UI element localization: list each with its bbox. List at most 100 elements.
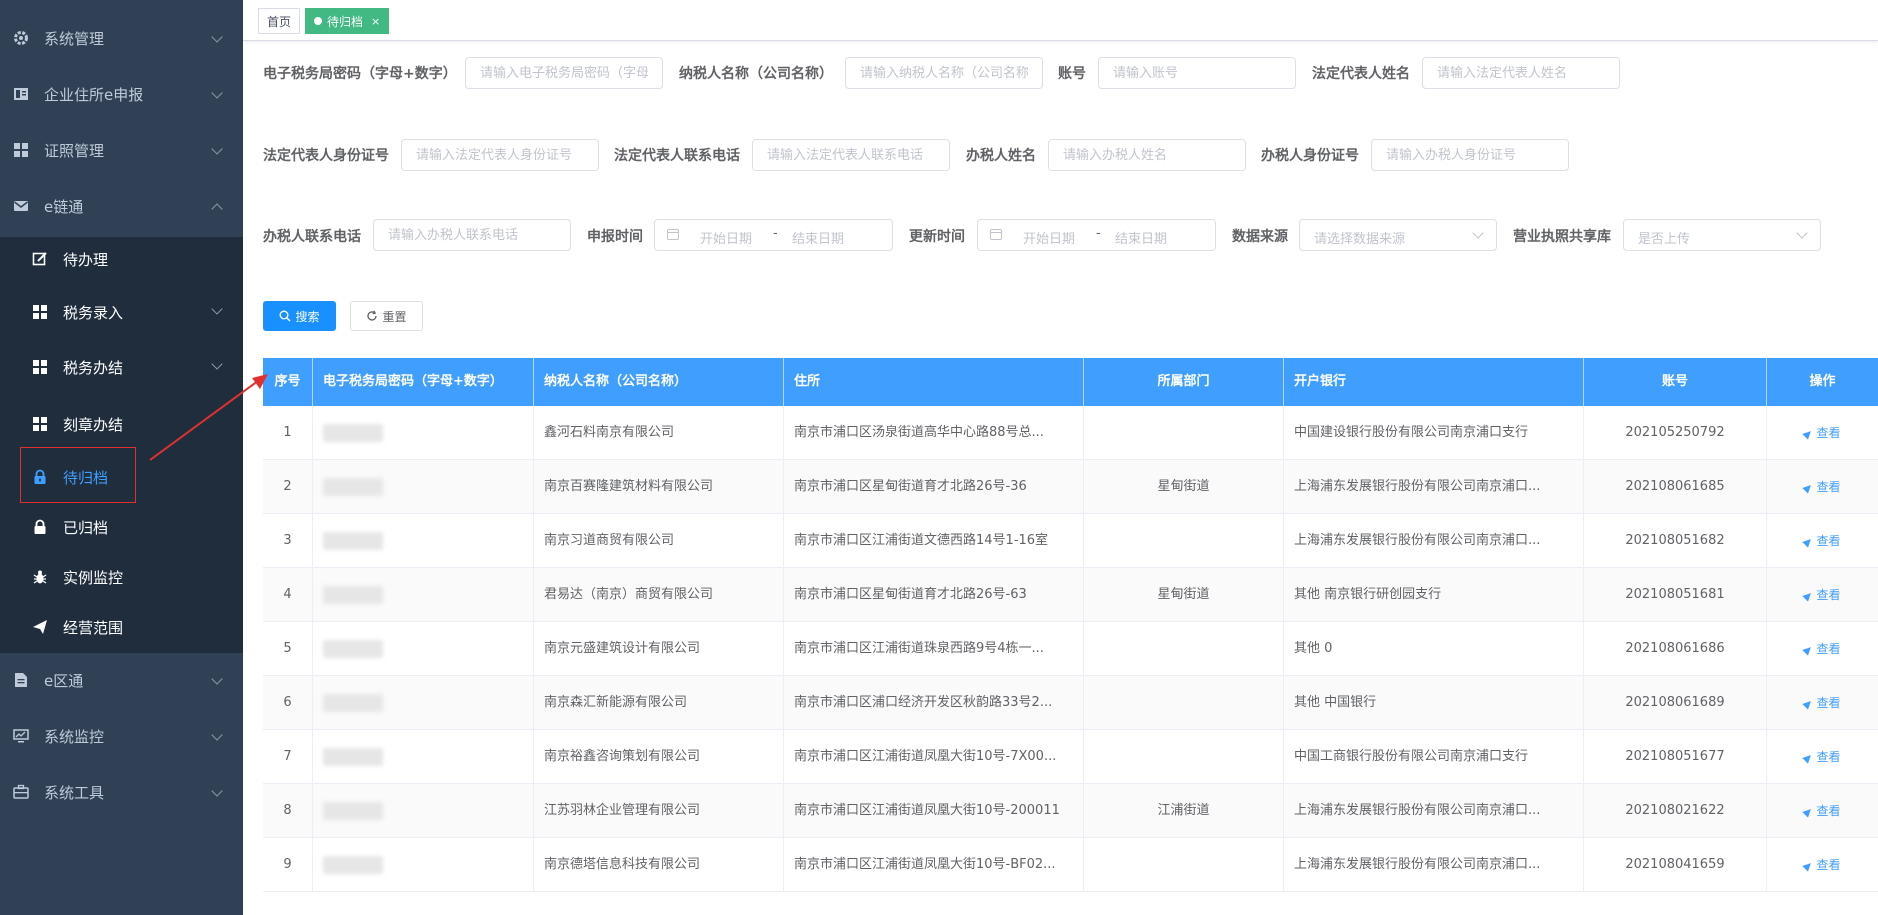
close-icon[interactable]: × — [371, 15, 380, 28]
table-row: 8 江苏羽林企业管理有限公司 南京市浦口区江浦街道凤凰大街10号-200011 江浦街… — [263, 784, 1878, 838]
cell-address: 南京市浦口区浦口经济开发区秋韵路33号2... — [784, 676, 1084, 730]
cell-tax-password-redacted — [313, 406, 534, 460]
sidebar-item-business-scope[interactable]: 经营范围 — [0, 602, 243, 652]
data-source-select[interactable]: 请选择数据来源 — [1299, 219, 1497, 251]
agent-name-input[interactable] — [1048, 139, 1246, 171]
sidebar-item-pending[interactable]: 待办理 — [0, 234, 243, 284]
sidebar-item-label: 经营范围 — [63, 618, 124, 637]
cell-no: 6 — [263, 676, 313, 730]
cell-bank: 其他 0 — [1284, 622, 1584, 676]
view-button[interactable]: 查看 — [1802, 642, 1841, 656]
account-input[interactable] — [1098, 57, 1296, 89]
send-icon — [1802, 643, 1815, 656]
view-label: 查看 — [1816, 858, 1841, 872]
send-icon — [1802, 859, 1815, 872]
license-label: 营业执照共享库 — [1513, 229, 1611, 245]
sidebar-item-seal-done[interactable]: 刻章办结 — [0, 399, 243, 449]
sidebar-item-enterprise-declare[interactable]: 企业住所e申报 — [0, 66, 243, 122]
chevron-down-icon — [211, 143, 223, 155]
table-row: 2 南京百赛隆建筑材料有限公司 南京市浦口区星甸街道育才北路26号-36 星甸街道 上海… — [263, 460, 1878, 514]
view-label: 查看 — [1816, 642, 1841, 656]
view-button[interactable]: 查看 — [1802, 858, 1841, 872]
cell-actions: 查看 — [1767, 676, 1878, 730]
sidebar-item-tax-done[interactable]: 税务办结 — [0, 342, 243, 392]
sidebar-item-tax-entry[interactable]: 税务录入 — [0, 287, 243, 337]
cell-dept — [1084, 514, 1284, 568]
cell-dept: 江浦街道 — [1084, 784, 1284, 838]
search-icon — [279, 310, 291, 322]
view-button[interactable]: 查看 — [1802, 480, 1841, 494]
account-label: 账号 — [1058, 66, 1086, 82]
cell-dept — [1084, 622, 1284, 676]
cell-no: 7 — [263, 730, 313, 784]
table-row: 1 鑫河石料南京有限公司 南京市浦口区汤泉街道高华中心路88号总... 中国建设银行股… — [263, 406, 1878, 460]
search-button[interactable]: 搜索 — [263, 301, 336, 331]
bug-icon — [32, 569, 48, 585]
monitor-icon — [13, 728, 29, 744]
cell-tax-password-redacted — [313, 514, 534, 568]
cell-bank: 其他 中国银行 — [1284, 676, 1584, 730]
cell-tax-password-redacted — [313, 784, 534, 838]
view-button[interactable]: 查看 — [1802, 696, 1841, 710]
view-label: 查看 — [1816, 750, 1841, 764]
cell-address: 南京市浦口区江浦街道文德西路14号1-16室 — [784, 514, 1084, 568]
report-time-range[interactable]: 开始日期 - 结束日期 — [654, 219, 893, 251]
grid-icon — [13, 142, 29, 158]
cell-bank: 其他 南京银行研创园支行 — [1284, 568, 1584, 622]
cell-actions: 查看 — [1767, 568, 1878, 622]
tab-home[interactable]: 首页 — [258, 8, 301, 34]
refresh-icon — [367, 310, 378, 321]
cell-dept: 星甸街道 — [1084, 568, 1284, 622]
cell-name: 南京德塔信息科技有限公司 — [534, 838, 784, 892]
agent-name-label: 办税人姓名 — [966, 148, 1036, 164]
tax-password-input[interactable] — [465, 57, 663, 89]
column-header-address: 住所 — [784, 358, 1084, 406]
sidebar-item-e-district[interactable]: e区通 — [0, 652, 243, 708]
view-label: 查看 — [1816, 480, 1841, 494]
sidebar-item-system-management[interactable]: 系统管理 — [0, 10, 243, 66]
sidebar-item-label: 待归档 — [63, 468, 109, 487]
cell-dept: 星甸街道 — [1084, 460, 1284, 514]
sidebar-item-system-tools[interactable]: 系统工具 — [0, 764, 243, 820]
cell-name: 江苏羽林企业管理有限公司 — [534, 784, 784, 838]
legal-name-input[interactable] — [1422, 57, 1620, 89]
cell-tax-password-redacted — [313, 838, 534, 892]
agent-phone-input[interactable] — [373, 219, 571, 251]
cell-address: 南京市浦口区江浦街道珠泉西路9号4栋一... — [784, 622, 1084, 676]
reset-button[interactable]: 重置 — [350, 301, 423, 331]
sidebar-item-label: 税务录入 — [63, 303, 124, 322]
view-button[interactable]: 查看 — [1802, 426, 1841, 440]
sidebar-item-license-management[interactable]: 证照管理 — [0, 122, 243, 178]
cell-account: 202108041659 — [1584, 838, 1767, 892]
view-button[interactable]: 查看 — [1802, 804, 1841, 818]
cell-bank: 上海浦东发展银行股份有限公司南京浦口... — [1284, 514, 1584, 568]
send-icon — [1802, 805, 1815, 818]
legal-phone-input[interactable] — [752, 139, 950, 171]
send-icon — [1802, 481, 1815, 494]
redacted-value — [323, 693, 383, 712]
cell-tax-password-redacted — [313, 460, 534, 514]
cell-no: 2 — [263, 460, 313, 514]
cell-name: 君易达（南京）商贸有限公司 — [534, 568, 784, 622]
cell-name: 鑫河石料南京有限公司 — [534, 406, 784, 460]
tab-to-archive[interactable]: 待归档 × — [305, 8, 390, 34]
taxpayer-name-input[interactable] — [845, 57, 1043, 89]
view-button[interactable]: 查看 — [1802, 534, 1841, 548]
cell-account: 202105250792 — [1584, 406, 1767, 460]
redacted-value — [323, 801, 383, 820]
update-time-range[interactable]: 开始日期 - 结束日期 — [977, 219, 1216, 251]
sidebar-item-to-archive[interactable]: 待归档 — [0, 452, 243, 502]
column-header-bank: 开户银行 — [1284, 358, 1584, 406]
sidebar-item-instance-monitor[interactable]: 实例监控 — [0, 552, 243, 602]
view-button[interactable]: 查看 — [1802, 750, 1841, 764]
grid-icon — [32, 416, 48, 432]
view-button[interactable]: 查看 — [1802, 588, 1841, 602]
legal-id-input[interactable] — [401, 139, 599, 171]
table-row: 6 南京森汇新能源有限公司 南京市浦口区浦口经济开发区秋韵路33号2... 其他 中国… — [263, 676, 1878, 730]
license-select[interactable]: 是否上传 — [1623, 219, 1821, 251]
sidebar-item-archived[interactable]: 已归档 — [0, 502, 243, 552]
sidebar-item-system-monitor[interactable]: 系统监控 — [0, 708, 243, 764]
agent-id-input[interactable] — [1371, 139, 1569, 171]
sidebar-item-e-chain[interactable]: e链通 — [0, 178, 243, 234]
redacted-value — [323, 747, 383, 766]
